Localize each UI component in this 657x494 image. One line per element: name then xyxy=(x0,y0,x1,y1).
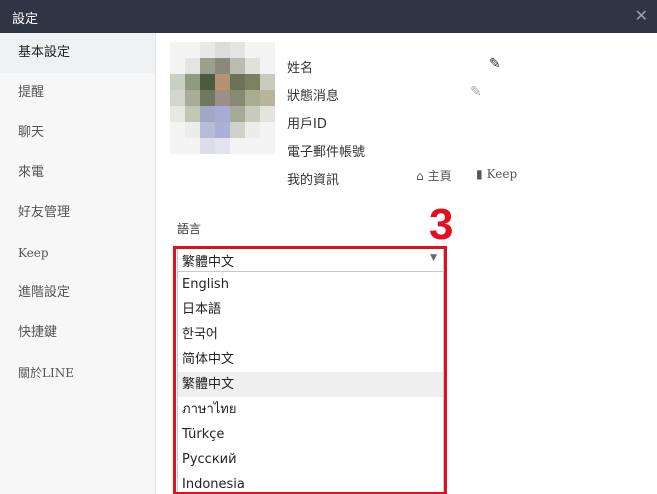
avatar[interactable] xyxy=(170,42,275,154)
status-message-label: 狀態消息 xyxy=(287,89,340,104)
sidebar-item-reminders[interactable]: 提醒 xyxy=(0,73,155,113)
language-dropdown-list[interactable]: English 日本語 한국어 简体中文 繁體中文 ภาษาไทย Türkçe… xyxy=(177,271,444,494)
home-link-label: 主頁 xyxy=(427,169,452,183)
home-icon: ⌂ xyxy=(416,169,424,183)
bookmark-icon: ▮ xyxy=(476,167,483,181)
sidebar-item-label: 好友管理 xyxy=(18,205,71,220)
window-title: 設定 xyxy=(12,12,39,27)
keep-link[interactable]: ▮ Keep xyxy=(476,167,517,181)
sidebar-item-advanced[interactable]: 進階設定 xyxy=(0,273,155,313)
sidebar-item-label: 聊天 xyxy=(18,125,45,140)
sidebar-item-label: Keep xyxy=(18,246,49,260)
keep-link-label: Keep xyxy=(486,167,518,181)
name-label: 姓名 xyxy=(287,61,314,76)
sidebar-item-keep[interactable]: Keep xyxy=(0,233,155,273)
sidebar-item-label: 基本設定 xyxy=(18,45,71,60)
title-bar: 設定 ✕ xyxy=(0,0,657,33)
edit-status-pencil-icon[interactable]: ✎ xyxy=(470,84,482,100)
language-option-traditional-chinese[interactable]: 繁體中文 xyxy=(178,372,443,397)
settings-window: 設定 ✕ 基本設定 提醒 聊天 來電 好友管理 Keep 進階設定 快捷鍵 關於… xyxy=(0,0,657,494)
sidebar-item-chat[interactable]: 聊天 xyxy=(0,113,155,153)
sidebar-item-friends[interactable]: 好友管理 xyxy=(0,193,155,233)
language-label: 語言 xyxy=(177,222,202,236)
settings-main: 姓名 ✎ 狀態消息 ✎ 用戶ID 電子郵件帳號 我的資訊 ⌂ 主頁 ▮ Keep 語… xyxy=(156,33,657,494)
sidebar-item-shortcuts[interactable]: 快捷鍵 xyxy=(0,313,155,353)
sidebar-item-calls[interactable]: 來電 xyxy=(0,153,155,193)
sidebar-item-label: 提醒 xyxy=(18,85,45,100)
sidebar-item-label: 快捷鍵 xyxy=(18,325,58,340)
user-id-label: 用戶ID xyxy=(287,117,327,132)
sidebar-item-about[interactable]: 關於LINE xyxy=(0,353,155,393)
language-option-indonesian[interactable]: Indonesia xyxy=(178,472,443,494)
my-info-label: 我的資訊 xyxy=(287,173,340,188)
home-link[interactable]: ⌂ 主頁 xyxy=(416,167,452,184)
language-option-thai[interactable]: ภาษาไทย xyxy=(178,397,443,422)
language-select[interactable]: 繁體中文 ▼ xyxy=(177,247,444,272)
language-option-russian[interactable]: Русский xyxy=(178,447,443,472)
sidebar-item-label: 關於LINE xyxy=(18,366,74,380)
language-option-japanese[interactable]: 日本語 xyxy=(178,297,443,322)
annotation-step-number: 3 xyxy=(429,200,454,249)
language-option-korean[interactable]: 한국어 xyxy=(178,322,443,347)
close-icon[interactable]: ✕ xyxy=(635,6,648,25)
sidebar-item-basic-settings[interactable]: 基本設定 xyxy=(0,33,155,73)
avatar-pixelated-image xyxy=(170,42,275,154)
language-option-english[interactable]: English xyxy=(178,272,443,297)
sidebar-item-label: 來電 xyxy=(18,165,45,180)
email-label: 電子郵件帳號 xyxy=(287,145,366,160)
language-option-simplified-chinese[interactable]: 简体中文 xyxy=(178,347,443,372)
sidebar-item-label: 進階設定 xyxy=(18,285,71,300)
edit-name-pencil-icon[interactable]: ✎ xyxy=(489,56,501,72)
language-option-turkish[interactable]: Türkçe xyxy=(178,422,443,447)
sidebar: 基本設定 提醒 聊天 來電 好友管理 Keep 進階設定 快捷鍵 關於LINE xyxy=(0,33,156,494)
chevron-down-icon: ▼ xyxy=(430,253,437,263)
language-selected-value: 繁體中文 xyxy=(182,255,235,270)
